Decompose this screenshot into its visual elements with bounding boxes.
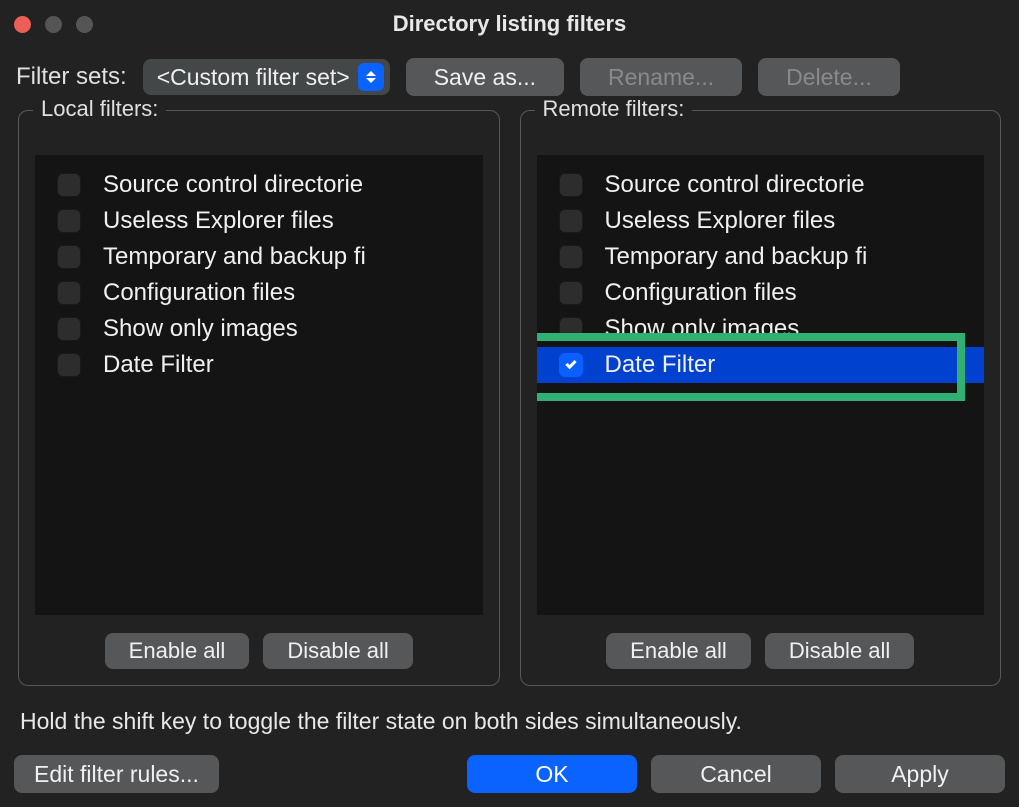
remote-filter-list[interactable]: Source control directorie Useless Explor… bbox=[537, 155, 985, 615]
checkbox[interactable] bbox=[57, 353, 81, 377]
zoom-window-button bbox=[76, 16, 93, 33]
local-filter-list[interactable]: Source control directorie Useless Explor… bbox=[35, 155, 483, 615]
remote-group-buttons: Enable all Disable all bbox=[537, 615, 985, 669]
remote-disable-all-button[interactable]: Disable all bbox=[765, 633, 915, 669]
list-item-label: Useless Explorer files bbox=[605, 207, 836, 235]
apply-button[interactable]: Apply bbox=[835, 755, 1005, 793]
checkbox[interactable] bbox=[559, 281, 583, 305]
checkbox[interactable] bbox=[559, 245, 583, 269]
list-item-label: Date Filter bbox=[605, 351, 716, 379]
local-filters-legend: Local filters: bbox=[33, 96, 166, 122]
close-window-button[interactable] bbox=[14, 16, 31, 33]
checkbox[interactable] bbox=[57, 317, 81, 341]
list-item[interactable]: Date Filter bbox=[537, 347, 985, 383]
list-item[interactable]: Configuration files bbox=[35, 275, 483, 311]
check-icon bbox=[565, 358, 576, 369]
traffic-lights bbox=[14, 16, 93, 33]
list-item-label: Source control directorie bbox=[103, 171, 363, 199]
list-item[interactable]: Useless Explorer files bbox=[35, 203, 483, 239]
checkbox[interactable] bbox=[559, 353, 583, 377]
ok-button[interactable]: OK bbox=[467, 755, 637, 793]
list-item-label: Temporary and backup fi bbox=[103, 243, 366, 271]
list-item-label: Configuration files bbox=[103, 279, 295, 307]
checkbox[interactable] bbox=[57, 281, 81, 305]
remote-filters-group: Remote filters: Source control directori… bbox=[520, 110, 1002, 686]
list-item-label: Date Filter bbox=[103, 351, 214, 379]
list-item-label: Temporary and backup fi bbox=[605, 243, 868, 271]
list-item[interactable]: Temporary and backup fi bbox=[35, 239, 483, 275]
list-item[interactable]: Temporary and backup fi bbox=[537, 239, 985, 275]
cancel-button[interactable]: Cancel bbox=[651, 755, 821, 793]
titlebar: Directory listing filters bbox=[0, 0, 1019, 48]
list-item-label: Useless Explorer files bbox=[103, 207, 334, 235]
local-disable-all-button[interactable]: Disable all bbox=[263, 633, 413, 669]
list-item[interactable]: Date Filter bbox=[35, 347, 483, 383]
list-item-label: Show only images bbox=[605, 315, 800, 343]
dialog-window: Directory listing filters Filter sets: <… bbox=[0, 0, 1019, 807]
list-item[interactable]: Source control directorie bbox=[35, 167, 483, 203]
list-item-label: Source control directorie bbox=[605, 171, 865, 199]
delete-button: Delete... bbox=[758, 58, 900, 96]
checkbox[interactable] bbox=[57, 173, 81, 197]
hint-text: Hold the shift key to toggle the filter … bbox=[0, 686, 1019, 749]
window-title: Directory listing filters bbox=[0, 11, 1019, 37]
checkbox[interactable] bbox=[559, 173, 583, 197]
edit-filter-rules-button[interactable]: Edit filter rules... bbox=[14, 755, 219, 793]
list-item-label: Configuration files bbox=[605, 279, 797, 307]
list-item-label: Show only images bbox=[103, 315, 298, 343]
list-item[interactable]: Useless Explorer files bbox=[537, 203, 985, 239]
bottom-bar: Edit filter rules... OK Cancel Apply bbox=[0, 749, 1019, 807]
checkbox[interactable] bbox=[57, 245, 81, 269]
local-group-buttons: Enable all Disable all bbox=[35, 615, 483, 669]
local-filters-group: Local filters: Source control directorie… bbox=[18, 110, 500, 686]
filters-row: Local filters: Source control directorie… bbox=[0, 110, 1019, 686]
filter-set-select[interactable]: <Custom filter set> bbox=[143, 59, 390, 95]
minimize-window-button bbox=[45, 16, 62, 33]
remote-filters-legend: Remote filters: bbox=[535, 96, 693, 122]
checkbox[interactable] bbox=[559, 209, 583, 233]
checkbox[interactable] bbox=[559, 317, 583, 341]
list-item[interactable]: Show only images bbox=[35, 311, 483, 347]
remote-enable-all-button[interactable]: Enable all bbox=[606, 633, 751, 669]
save-as-button[interactable]: Save as... bbox=[406, 58, 564, 96]
updown-arrows-icon bbox=[358, 63, 384, 91]
filter-sets-label: Filter sets: bbox=[16, 63, 127, 91]
local-enable-all-button[interactable]: Enable all bbox=[105, 633, 250, 669]
list-item[interactable]: Show only images bbox=[537, 311, 985, 347]
filter-set-selected-value: <Custom filter set> bbox=[157, 64, 350, 91]
rename-button: Rename... bbox=[580, 58, 742, 96]
list-item[interactable]: Source control directorie bbox=[537, 167, 985, 203]
list-item[interactable]: Configuration files bbox=[537, 275, 985, 311]
checkbox[interactable] bbox=[57, 209, 81, 233]
